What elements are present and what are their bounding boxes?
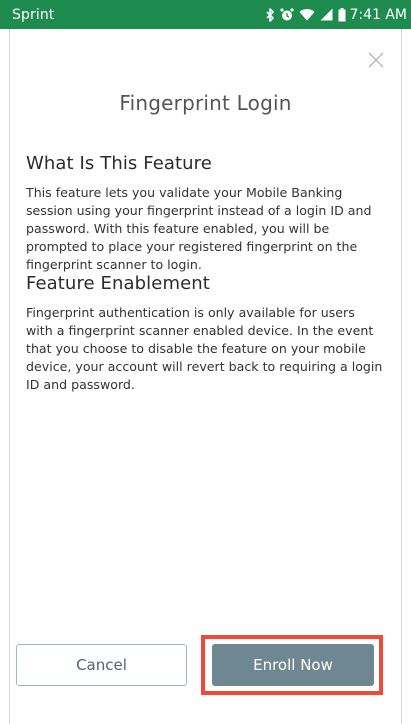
status-time: 7:41 AM (349, 6, 407, 23)
phone-screen: Sprint 7:41 AM Fingerprint Login What Is… (0, 0, 411, 724)
signal-icon (320, 8, 333, 21)
enroll-now-button[interactable]: Enroll Now (212, 644, 374, 686)
section-feature-enablement: Feature Enablement Fingerprint authentic… (26, 273, 385, 394)
section-body: Fingerprint authentication is only avail… (26, 305, 383, 392)
battery-icon (338, 7, 346, 22)
section-heading: What Is This Feature (26, 153, 212, 174)
section-heading: Feature Enablement (26, 273, 210, 294)
status-icons (266, 7, 346, 22)
wifi-icon (299, 8, 315, 21)
alarm-icon (280, 8, 294, 22)
section-what-is-feature: What Is This Feature This feature lets y… (26, 153, 385, 274)
section-body: This feature lets you validate your Mobi… (26, 185, 372, 272)
carrier-name: Sprint (12, 6, 55, 23)
cancel-button[interactable]: Cancel (16, 644, 187, 686)
bluetooth-icon (266, 7, 275, 22)
close-icon[interactable] (367, 51, 385, 69)
status-bar: Sprint 7:41 AM (0, 0, 411, 29)
fingerprint-login-dialog: Fingerprint Login What Is This Feature T… (9, 29, 402, 724)
page-title: Fingerprint Login (119, 91, 292, 115)
